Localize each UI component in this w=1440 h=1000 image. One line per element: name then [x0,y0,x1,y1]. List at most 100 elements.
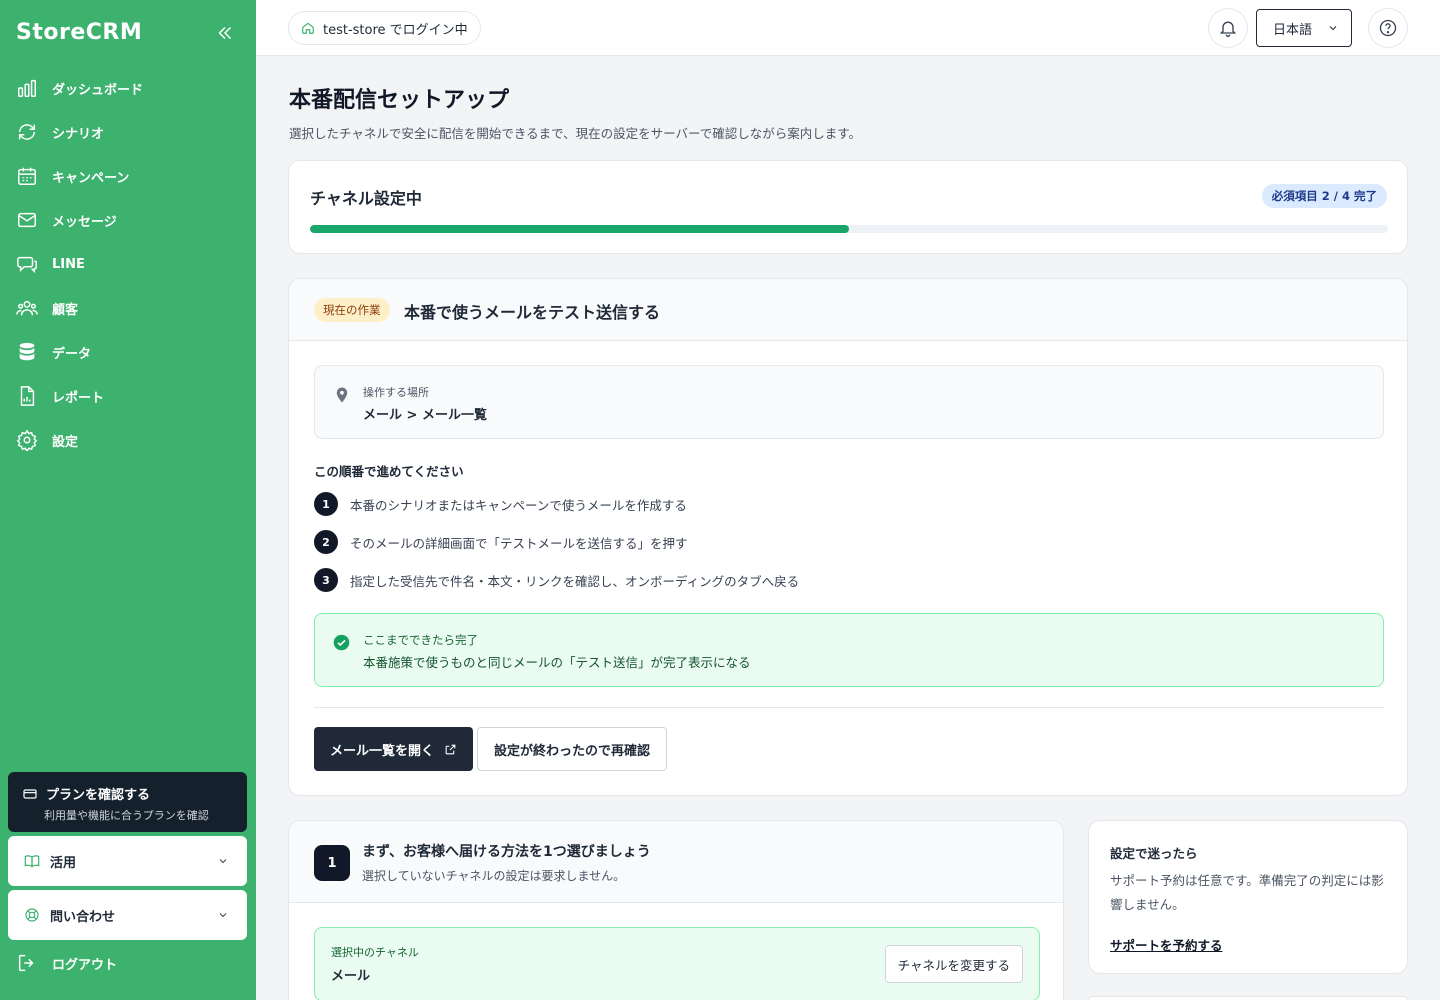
recheck-button[interactable]: 設定が終わったので再確認 [477,727,668,771]
progress-card: チャネル設定中 必須項目 2 / 4 完了 [288,160,1408,254]
channel-header: 1 まず、お客様へ届ける方法を1つ選びましょう 選択していないチャネルの設定は要… [289,821,1063,903]
completion-criteria-box: ここまでできたら完了 本番施策で使うものと同じメールの「テスト送信」が完了表示に… [314,613,1384,687]
refresh-icon [18,124,36,140]
external-link-icon [445,744,456,754]
progress-title: チャネル設定中 [310,189,422,208]
chevron-down-icon [1329,26,1337,31]
sidebar-item-label: キャンペーン [52,170,130,186]
sidebar-item-report[interactable]: レポート [0,374,256,418]
sidebar-item-settings[interactable]: 設定 [0,418,256,462]
channel-subtitle: 選択していないチャネルの設定は要求しません。 [362,869,626,883]
report-icon [20,386,35,406]
plan-card[interactable]: プランを確認する 利用量や機能に合うプランを確認 [8,772,247,832]
support-title: 設定で迷ったら [1110,846,1198,861]
completion-label: ここまでできたら完了 [363,633,478,647]
step-number: 3 [314,568,338,592]
logout-button[interactable]: ログアウト [16,952,117,974]
sidebar-item-message[interactable]: メッセージ [0,198,256,242]
gear-icon [16,429,38,451]
sidebar-item-label: 設定 [52,434,79,450]
step-item: 3 指定した受信先で件名・本文・リンクを確認し、オンボーディングのタブへ戻る [314,568,799,592]
location-label: 操作する場所 [363,386,429,399]
accordion-label: 活用 [50,855,77,871]
sidebar-item-label: ダッシュボード [52,82,144,98]
sidebar-item-campaign[interactable]: キャンペーン [0,154,256,198]
open-mail-list-label: メール一覧を開く [330,743,435,759]
open-mail-list-button[interactable]: メール一覧を開く [314,727,474,771]
sidebar-item-label: LINE [52,256,85,272]
section-number: 1 [314,845,350,881]
step-text: 本番のシナリオまたはキャンペーンで使うメールを作成する [350,497,687,513]
step-text: 指定した受信先で件名・本文・リンクを確認し、オンボーディングのタブへ戻る [350,573,800,589]
selected-channel-label: 選択中のチャネル [331,946,419,959]
check-circle-icon [333,634,350,651]
sidebar-item-label: レポート [52,390,105,406]
sidebar-item-line[interactable]: LINE [0,242,256,286]
sidebar-item-label: 顧客 [52,302,79,318]
task-header: 現在の作業 本番で使うメールをテスト送信する [289,279,1407,341]
support-text: サポート予約は任意です。準備完了の判定には影響しません。 [1110,873,1384,912]
progress-bar [310,225,1388,233]
steps-heading: この順番で進めてください [314,464,464,479]
completion-text: 本番施策で使うものと同じメールの「テスト送信」が完了表示になる [363,655,751,670]
book-icon [24,855,40,868]
collapse-sidebar-icon[interactable] [214,22,236,44]
brand-logo[interactable]: StoreCRM [16,20,142,45]
plan-title: プランを確認する [22,784,233,803]
store-label: test-store でログイン中 [323,22,468,38]
current-task-card: 現在の作業 本番で使うメールをテスト送信する 操作する場所 メール > メール一… [288,278,1408,796]
sidebar-item-label: シナリオ [52,126,105,142]
sidebar-item-label: メッセージ [52,214,117,230]
step-item: 1 本番のシナリオまたはキャンペーンで使うメールを作成する [314,492,687,516]
calendar-icon [18,167,36,185]
top-header: test-store でログイン中 日本語 [256,0,1440,56]
plan-title-text: プランを確認する [46,788,151,803]
chat-icon [17,256,37,274]
sidebar-item-scenario[interactable]: シナリオ [0,110,256,154]
accordion-usage[interactable]: 活用 [8,836,247,886]
language-value: 日本語 [1273,22,1313,38]
users-icon [16,300,38,316]
step-item: 2 そのメールの詳細画面で「テストメールを送信する」を押す [314,530,688,554]
location-path: メール > メール一覧 [363,408,487,423]
accordion-contact[interactable]: 問い合わせ [8,890,247,940]
sidebar-item-customers[interactable]: 顧客 [0,286,256,330]
sidebar-item-data[interactable]: データ [0,330,256,374]
sidebar-item-label: データ [52,346,92,362]
bell-icon [1219,21,1237,37]
language-select[interactable]: 日本語 [1256,9,1352,47]
book-support-link[interactable]: サポートを予約する [1110,935,1223,954]
channel-card: 1 まず、お客様へ届ける方法を1つ選びましょう 選択していないチャネルの設定は要… [288,820,1064,1000]
step-text: そのメールの詳細画面で「テストメールを送信する」を押す [350,535,688,551]
change-channel-button[interactable]: チャネルを変更する [884,945,1023,983]
task-title: 本番で使うメールをテスト送信する [404,303,661,322]
progress-bar-fill [310,225,849,233]
database-icon [19,342,35,361]
help-button[interactable] [1368,8,1408,48]
notifications-button[interactable] [1208,8,1248,48]
next-card [1088,996,1408,1000]
chevron-down-icon [219,859,227,864]
lifebuoy-icon [25,908,39,922]
store-indicator[interactable]: test-store でログイン中 [288,11,481,45]
channel-title: まず、お客様へ届ける方法を1つ選びましょう [362,844,651,860]
page-subtitle: 選択したチャネルで安全に配信を開始できるまで、現在の設定をサーバーで確認しながら… [289,126,862,141]
map-pin-icon [336,387,348,403]
current-task-badge: 現在の作業 [314,298,390,322]
mail-icon [18,212,36,228]
chart-bar-icon [18,79,36,97]
divider [314,707,1384,708]
plan-subtitle: 利用量や機能に合うプランを確認 [44,809,209,822]
step-number: 1 [314,492,338,516]
progress-badge: 必須項目 2 / 4 完了 [1261,184,1387,208]
logout-icon [18,954,34,972]
chevron-down-icon [219,913,227,918]
location-box: 操作する場所 メール > メール一覧 [314,365,1384,439]
sidebar: StoreCRM ダッシュボード シナリオ キャンペーン メッセージ LINE … [0,0,256,1000]
support-card: 設定で迷ったら サポート予約は任意です。準備完了の判定には影響しません。 サポー… [1088,820,1408,974]
logout-label: ログアウト [52,957,118,973]
step-number: 2 [314,530,338,554]
page-title: 本番配信セットアップ [289,88,510,113]
sidebar-item-dashboard[interactable]: ダッシュボード [0,66,256,110]
home-icon [302,22,314,34]
